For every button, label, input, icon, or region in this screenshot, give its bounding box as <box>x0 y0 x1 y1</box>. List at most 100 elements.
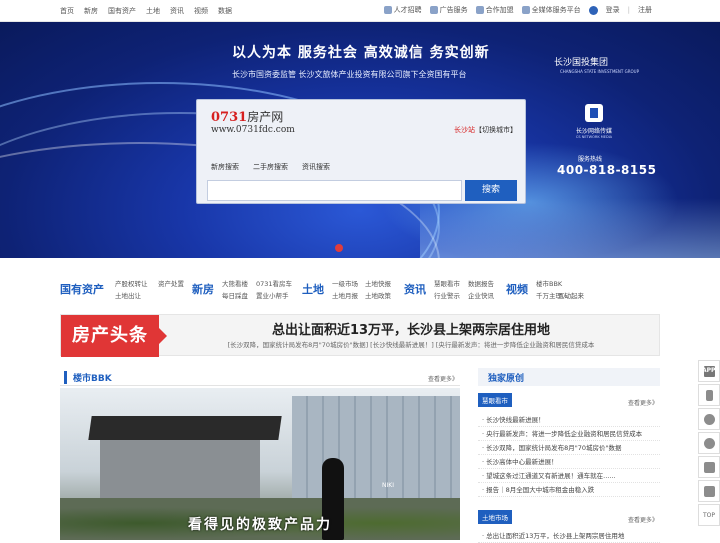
category-title[interactable]: 新房 <box>192 281 214 297</box>
top-bar: 首页 新房 国有资产 土地 资讯 视频 数据 人才招聘 广告服务 合作加盟 全媒… <box>0 0 720 22</box>
carousel-dot[interactable] <box>335 244 343 252</box>
more-link[interactable]: 查看更多》 <box>628 515 658 524</box>
category-title[interactable]: 土地 <box>302 281 324 297</box>
category-link[interactable]: 企业快讯 <box>468 290 494 300</box>
handshake-icon <box>475 6 484 14</box>
nav-data[interactable]: 数据 <box>218 6 232 16</box>
site-logo[interactable]: 0731房产网 www.0731fdc.com <box>211 108 295 135</box>
megaphone-icon <box>429 6 438 14</box>
featured-video-thumbnail[interactable]: NIKI 看得见的极致产品力 <box>60 388 460 540</box>
decor-city <box>420 198 720 258</box>
corp-logo-name: 长沙国投集团 <box>554 58 609 68</box>
nav-home[interactable]: 首页 <box>60 6 74 16</box>
logo-text: 房产网 <box>247 110 284 124</box>
floating-side-bar: APP TOP <box>698 360 720 528</box>
list-item[interactable]: · 央行最新发声：将进一步降低企业融资和居民信贷成本 <box>478 427 660 441</box>
app-label: APP <box>702 367 716 374</box>
wechat-button[interactable] <box>698 432 720 454</box>
nav-news[interactable]: 资讯 <box>170 6 184 16</box>
tab-second-hand-search[interactable]: 二手房搜索 <box>253 162 288 172</box>
tablet-button[interactable] <box>698 456 720 478</box>
category-link[interactable]: 数据报告 <box>468 278 494 288</box>
nav-land[interactable]: 土地 <box>146 6 160 16</box>
section-title: 独家原创 <box>488 374 525 384</box>
search-button[interactable]: 搜索 <box>465 180 517 201</box>
media-brand-sub: CS NETWORK MEDIA <box>575 135 613 139</box>
category-link[interactable]: 置业小帮手 <box>256 290 289 300</box>
more-link[interactable]: 查看更多》 <box>428 374 458 383</box>
banner-slogan: 以人为本 服务社会 高效诚信 务实创新 <box>232 45 490 61</box>
list-item[interactable]: · 长沙高体中心最新进展！ <box>478 455 660 469</box>
category-link[interactable]: 互动起来 <box>558 290 584 300</box>
top-right-links: 人才招聘 广告服务 合作加盟 全媒体服务平台 登录 | 注册 <box>383 5 652 15</box>
subsection-tag[interactable]: 慧眼看市 <box>478 393 512 407</box>
grid-icon <box>521 6 530 14</box>
section-title: 楼市BBK <box>64 371 112 384</box>
back-to-top-button[interactable]: TOP <box>698 504 720 526</box>
category-title[interactable]: 资讯 <box>404 281 426 297</box>
category-title[interactable]: 国有资产 <box>60 281 104 297</box>
hotline-number: 400-818-8155 <box>557 163 657 177</box>
search-input[interactable] <box>207 180 462 201</box>
category-link[interactable]: 每日踩盘 <box>222 290 248 300</box>
join-label: 合作加盟 <box>485 6 514 14</box>
nav-state-assets[interactable]: 国有资产 <box>108 6 136 16</box>
building-sign: NIKI <box>382 482 394 489</box>
hero-banner[interactable]: 以人为本 服务社会 高效诚信 务实创新 长沙市国资委监管 长沙文旅体产业投资有限… <box>0 22 720 258</box>
category-link[interactable]: 产股权转让 <box>115 278 148 288</box>
more-link[interactable]: 查看更多》 <box>628 398 658 407</box>
headline-sub-links[interactable]: [长沙双降，国家统计局发布8月"70城房价"数据] [长沙快线最新进展！] [央… <box>166 339 656 349</box>
category-link[interactable]: 土地月报 <box>332 290 358 300</box>
current-city: 长沙站 <box>454 126 475 134</box>
headline-title[interactable]: 总出让面积近13万平，长沙县上架两宗居住用地 <box>166 319 656 338</box>
wechat-icon <box>704 438 715 449</box>
person-icon <box>383 6 392 14</box>
top-nav: 首页 新房 国有资产 土地 资讯 视频 数据 <box>60 6 232 16</box>
category-link[interactable]: 0731看房车 <box>256 278 292 288</box>
join-link[interactable]: 合作加盟 <box>475 5 514 15</box>
category-link[interactable]: 土地政策 <box>365 290 391 300</box>
mobile-site-button[interactable] <box>698 384 720 406</box>
login-link[interactable]: 登录 <box>606 5 620 15</box>
list-item[interactable]: · 长沙快线最新进展！ <box>478 413 660 427</box>
media-brand-name: 长沙网络传媒 <box>575 128 612 135</box>
media-label: 全媒体服务平台 <box>531 6 581 14</box>
tab-news-search[interactable]: 资讯搜索 <box>302 162 330 172</box>
category-link[interactable]: 资产处置 <box>158 278 184 288</box>
category-link[interactable]: 大熊看楼 <box>222 278 248 288</box>
subsection-tag[interactable]: 土地市场 <box>478 510 512 524</box>
recruit-link[interactable]: 人才招聘 <box>383 5 422 15</box>
category-link[interactable]: 慧眼看市 <box>434 278 460 288</box>
nav-new-house[interactable]: 新房 <box>84 6 98 16</box>
category-title[interactable]: 视频 <box>506 281 528 297</box>
category-link[interactable]: 一级市场 <box>332 278 358 288</box>
hotline-label: 服务热线 <box>578 156 603 163</box>
category-link[interactable]: 土地快报 <box>365 278 391 288</box>
category-link[interactable]: 土地出让 <box>115 290 141 300</box>
ads-label: 广告服务 <box>439 6 468 14</box>
list-item[interactable]: · 长沙双降，国家统计局发布8月"70城房价"数据 <box>478 441 660 455</box>
category-link[interactable]: 行业警示 <box>434 290 460 300</box>
switch-city-link[interactable]: 【切换城市】 <box>475 126 517 134</box>
media-brand: 长沙网络传媒 CS NETWORK MEDIA <box>560 104 628 139</box>
phone-icon <box>706 390 713 401</box>
category-nav: 国有资产 产股权转让 资产处置 土地出让 新房 大熊看楼 0731看房车 每日踩… <box>60 276 660 302</box>
city-selector[interactable]: 长沙站【切换城市】 <box>454 125 517 135</box>
app-download-button[interactable]: APP <box>698 360 720 382</box>
tab-new-house-search[interactable]: 新房搜索 <box>211 162 239 172</box>
category-link[interactable]: 楼市BBK <box>536 278 562 288</box>
list-item[interactable]: · 报告｜8月全国大中城市租金由稳入跌 <box>478 483 660 497</box>
list-item[interactable]: · 望城这条过江通道又有新进展！通车就在...... <box>478 469 660 483</box>
original-section-header: 独家原创 <box>478 368 660 386</box>
ads-link[interactable]: 广告服务 <box>429 5 468 15</box>
corp-logo-sub: CHANGSHA STATE INVESTMENT GROUP <box>560 69 639 74</box>
media-platform-link[interactable]: 全媒体服务平台 <box>521 5 581 15</box>
weibo-button[interactable] <box>698 408 720 430</box>
search-panel: 0731房产网 www.0731fdc.com 长沙站【切换城市】 新房搜索 二… <box>196 99 526 204</box>
list-item[interactable]: · 总出让面积近13万平，长沙县上架两宗居住用地 <box>478 529 660 543</box>
comment-button[interactable] <box>698 480 720 502</box>
news-list-market: · 长沙快线最新进展！ · 央行最新发声：将进一步降低企业融资和居民信贷成本 ·… <box>478 413 660 497</box>
tablet-icon <box>704 462 715 473</box>
nav-video[interactable]: 视频 <box>194 6 208 16</box>
register-link[interactable]: 注册 <box>638 5 652 15</box>
